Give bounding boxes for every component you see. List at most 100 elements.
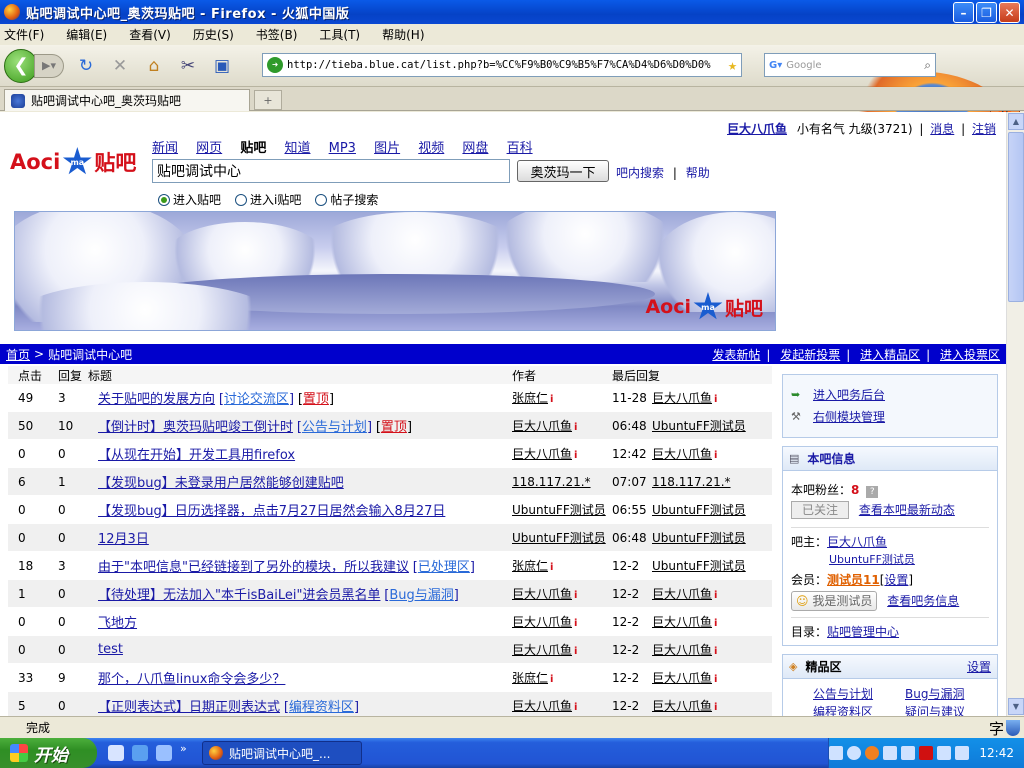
radio-enter-tieba[interactable]: 进入贴吧 <box>158 191 221 208</box>
table-row[interactable]: 5 0 【正则表达式】日期正则表达式 [编程资料区] 巨大八爪鱼 i 12-2 巨大八爪鱼 i <box>8 692 772 716</box>
taskbar-firefox-window[interactable]: 贴吧调试中心吧_... <box>202 741 362 765</box>
author-link[interactable]: 巨大八爪鱼 <box>512 447 572 461</box>
magnifier-icon[interactable]: ⌕ <box>924 58 931 73</box>
table-row[interactable]: 0 0 test 巨大八爪鱼 i 12-2 巨大八爪鱼 i <box>8 636 772 664</box>
author-link[interactable]: 巨大八爪鱼 <box>512 699 572 713</box>
author-link[interactable]: 巨大八爪鱼 <box>512 419 572 433</box>
table-row[interactable]: 6 1 【发现bug】未登录用户居然能够创建贴吧 118.117.21.* 07:07 1… <box>8 468 772 496</box>
thread-title-link[interactable]: 【正则表达式】日期正则表达式 <box>98 700 280 715</box>
messages-link[interactable]: 消息 <box>930 122 954 136</box>
module-manage-link[interactable]: 右侧模块管理 <box>813 408 885 425</box>
network-icon[interactable] <box>883 746 898 760</box>
last-replier-link[interactable]: 巨大八爪鱼 <box>652 699 712 713</box>
table-row[interactable]: 33 9 那个，八爪鱼linux命令会多少？ 张庶仁 i 12-2 巨大八爪鱼 i <box>8 664 772 692</box>
ati-icon[interactable] <box>919 746 934 760</box>
last-replier-link[interactable]: 巨大八爪鱼 <box>652 447 712 461</box>
channel-images[interactable]: 图片 <box>374 141 400 156</box>
thread-title-link[interactable]: 由于"本吧信息"已经链接到了另外的模块，所以我建议 <box>98 560 409 575</box>
last-replier-link[interactable]: 巨大八爪鱼 <box>652 615 712 629</box>
menu-tools[interactable]: 工具(T) <box>319 26 360 43</box>
user-info-icon[interactable]: i <box>550 394 555 405</box>
keyboard-icon[interactable] <box>829 746 844 760</box>
user-info-icon[interactable]: i <box>714 394 719 405</box>
author-link[interactable]: 张庶仁 <box>512 671 548 685</box>
firefox-tray-icon[interactable] <box>865 746 880 760</box>
user-info-icon[interactable]: i <box>574 590 579 601</box>
logout-link[interactable]: 注销 <box>972 122 996 136</box>
table-row[interactable]: 18 3 由于"本吧信息"已经链接到了另外的模块，所以我建议 [已处理区] 张庶仁 i 1… <box>8 552 772 580</box>
channel-web[interactable]: 网页 <box>196 141 222 156</box>
help-link[interactable]: 帮助 <box>686 166 710 180</box>
admin-backend-item[interactable]: ➥ 进入吧务后台 <box>783 383 997 405</box>
vertical-scrollbar[interactable]: ▲ ▼ <box>1006 112 1024 716</box>
elite-cat-questions[interactable]: 疑问与建议 <box>905 703 965 716</box>
scroll-up-arrow-icon[interactable]: ▲ <box>1008 113 1024 130</box>
antivirus-icon[interactable] <box>937 746 952 760</box>
last-replier-link[interactable]: 巨大八爪鱼 <box>652 643 712 657</box>
thread-category-link[interactable]: 已处理区 <box>418 560 470 575</box>
thread-title-link[interactable]: 【倒计时】奥茨玛贴吧竣工倒计时 <box>98 420 293 435</box>
table-row[interactable]: 1 0 【待处理】无法加入"本千isBaiLei"进会员黑名单 [Bug与漏洞] 巨大… <box>8 580 772 608</box>
table-row[interactable]: 50 10 【倒计时】奥茨玛贴吧竣工倒计时 [公告与计划] [置顶] 巨大八爪鱼 i 06… <box>8 412 772 440</box>
thread-title-link[interactable]: 【发现bug】日历选择器，点击7月27日居然会输入8月27日 <box>98 504 445 519</box>
menu-history[interactable]: 历史(S) <box>193 26 234 43</box>
user-info-icon[interactable]: i <box>714 674 719 685</box>
followed-button[interactable]: 已关注 <box>791 501 849 519</box>
scroll-thumb[interactable] <box>1008 132 1024 302</box>
tray-arrow-icon[interactable] <box>847 746 862 760</box>
address-bar[interactable]: ➜ http://tieba.blue.cat/list.php?b=%CC%F… <box>262 53 742 77</box>
user-info-icon[interactable]: i <box>714 590 719 601</box>
inbar-search-link[interactable]: 吧内搜索 <box>616 166 664 180</box>
author-link[interactable]: UbuntuFF测试员 <box>512 503 606 517</box>
ie-icon[interactable] <box>132 745 148 761</box>
channel-tieba[interactable]: 贴吧 <box>240 141 266 156</box>
media-player-icon[interactable] <box>108 745 124 761</box>
user-info-icon[interactable]: i <box>574 702 579 713</box>
user-info-icon[interactable]: i <box>574 618 579 629</box>
author-link[interactable]: 张庶仁 <box>512 391 548 405</box>
site-logo[interactable]: Aoci ma 贴吧 <box>10 146 146 178</box>
forward-button[interactable]: ▶▾ <box>34 53 64 78</box>
screenshot-button[interactable]: ▣ <box>210 54 234 78</box>
elite-cat-coding[interactable]: 编程资料区 <box>813 703 873 716</box>
menu-help[interactable]: 帮助(H) <box>382 26 424 43</box>
latest-news-link[interactable]: 查看本吧最新动态 <box>859 503 955 517</box>
menu-view[interactable]: 查看(V) <box>129 26 171 43</box>
vote-area-link[interactable]: 进入投票区 <box>940 348 1000 362</box>
show-desktop-icon[interactable] <box>156 745 172 761</box>
table-row[interactable]: 0 0 【发现bug】日历选择器，点击7月27日居然会输入8月27日 UbuntuFF… <box>8 496 772 524</box>
member-link[interactable]: 测试员11 <box>827 573 880 587</box>
close-button[interactable]: ✕ <box>999 2 1020 23</box>
last-replier-link[interactable]: UbuntuFF测试员 <box>652 531 746 545</box>
username-link[interactable]: 巨大八爪鱼 <box>727 122 787 136</box>
thread-title-link[interactable]: 飞地方 <box>98 616 137 631</box>
author-link[interactable]: 张庶仁 <box>512 559 548 573</box>
start-button[interactable]: 开始 <box>0 738 97 768</box>
menu-bookmarks[interactable]: 书签(B) <box>256 26 298 43</box>
thread-title-link[interactable]: 【待处理】无法加入"本千isBaiLei"进会员黑名单 <box>98 588 380 603</box>
elite-cat-announce[interactable]: 公告与计划 <box>813 685 873 702</box>
menu-file[interactable]: 文件(F) <box>4 26 44 43</box>
member-settings-link[interactable]: 设置 <box>884 573 908 587</box>
author-link[interactable]: UbuntuFF测试员 <box>512 531 606 545</box>
home-button[interactable]: ⌂ <box>142 54 166 78</box>
thread-title-link[interactable]: 【发现bug】未登录用户居然能够创建贴吧 <box>98 476 344 491</box>
thread-title-link[interactable]: 12月3日 <box>98 532 149 547</box>
last-replier-link[interactable]: UbuntuFF测试员 <box>652 559 746 573</box>
new-vote-link[interactable]: 发起新投票 <box>780 348 840 362</box>
table-row[interactable]: 0 0 飞地方 巨大八爪鱼 i 12-2 巨大八爪鱼 i <box>8 608 772 636</box>
bookmark-star-icon[interactable]: ★ <box>728 56 737 74</box>
menu-edit[interactable]: 编辑(E) <box>66 26 107 43</box>
user-info-icon[interactable]: i <box>714 450 719 461</box>
new-post-link[interactable]: 发表新帖 <box>712 348 760 362</box>
last-replier-link[interactable]: 118.117.21.* <box>652 475 731 489</box>
module-manage-item[interactable]: ⚒ 右侧模块管理 <box>783 405 997 427</box>
thread-category-link[interactable]: 编程资料区 <box>289 700 354 715</box>
user-info-icon[interactable]: i <box>550 674 555 685</box>
search-button[interactable]: 奥茨玛一下 <box>517 160 609 182</box>
table-row[interactable]: 49 3 关于贴吧的发展方向 [讨论交流区] [置顶] 张庶仁 i 11-28 巨大八爪鱼 i <box>8 384 772 412</box>
author-link[interactable]: 巨大八爪鱼 <box>512 643 572 657</box>
directory-link[interactable]: 贴吧管理中心 <box>827 625 899 639</box>
author-link[interactable]: 巨大八爪鱼 <box>512 587 572 601</box>
last-replier-link[interactable]: UbuntuFF测试员 <box>652 419 746 433</box>
